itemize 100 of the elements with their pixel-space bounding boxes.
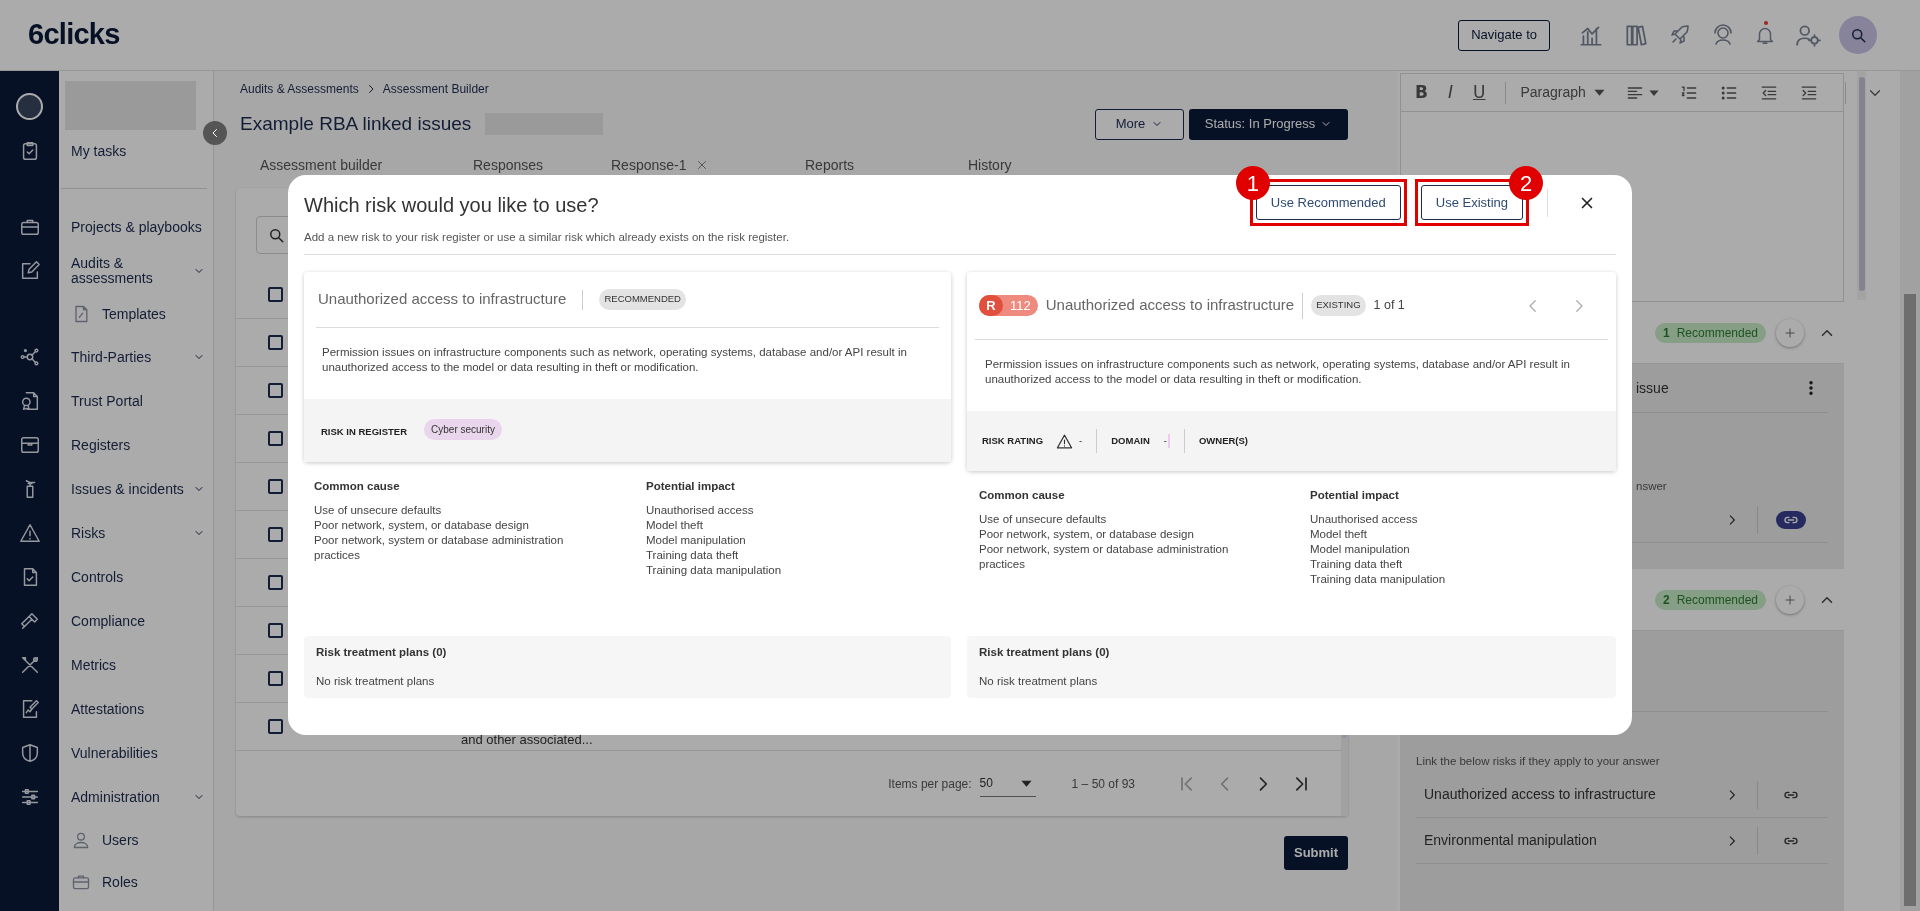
- status-badge: EXISTING: [1311, 295, 1366, 316]
- nav-item[interactable]: My tasks: [71, 143, 205, 159]
- breadcrumb-link[interactable]: Audits & Assessments: [240, 80, 359, 98]
- nav-item[interactable]: Vulnerabilities: [71, 745, 205, 761]
- list-item: Poor network, system or database administration practices: [979, 542, 1230, 573]
- category-tag: Cyber security: [424, 419, 502, 440]
- tab[interactable]: Responses: [473, 154, 544, 176]
- nav-item[interactable]: Issues & incidents: [71, 481, 193, 497]
- format-button[interactable]: B: [1415, 79, 1428, 106]
- items-per-page-label: Items per page:: [888, 775, 972, 793]
- field-label: OWNER(S): [1198, 433, 1248, 448]
- books-icon[interactable]: [1623, 22, 1649, 48]
- navigate-button[interactable]: Navigate to: [1458, 19, 1550, 51]
- risk-link[interactable]: Unauthorized access to infrastructure: [1424, 784, 1656, 805]
- link-toggle[interactable]: [1776, 510, 1806, 529]
- breadcrumb-item: Assessment Builder: [382, 81, 489, 98]
- plus-icon: [1783, 325, 1797, 340]
- dialog-title: Which risk would you like to use?: [304, 193, 600, 218]
- nav-item[interactable]: Trust Portal: [71, 393, 205, 409]
- format-button[interactable]: I: [1447, 79, 1453, 106]
- list-item: Model theft: [646, 518, 704, 534]
- nav-item[interactable]: Metrics: [71, 657, 205, 673]
- list-item: Training data theft: [646, 548, 740, 564]
- field-value: -: [1163, 433, 1170, 449]
- checkbox[interactable]: [268, 383, 283, 398]
- field-label: RISK RATING: [982, 433, 1044, 448]
- list-item: Use of unsecure defaults: [314, 503, 443, 519]
- risk-link[interactable]: Environmental manipulation: [1424, 830, 1597, 851]
- tab[interactable]: Assessment builder: [260, 154, 383, 176]
- nav-item[interactable]: Templates: [102, 303, 166, 325]
- list-item: Model theft: [1310, 527, 1368, 543]
- section-heading: Common cause: [979, 488, 1066, 503]
- format-button[interactable]: U: [1473, 79, 1486, 106]
- dialog-subtitle: Add a new risk to your risk register or use a similar risk which already exists on the risk register.: [304, 230, 791, 245]
- box-icon[interactable]: [18, 434, 41, 456]
- recommended-badge: 2 Recommended: [1654, 589, 1766, 610]
- avatar[interactable]: [16, 93, 43, 120]
- logo[interactable]: 6clicks: [0, 13, 120, 57]
- checkbox[interactable]: [268, 671, 283, 686]
- list-item: Training data theft: [1310, 557, 1404, 573]
- network-icon[interactable]: [18, 346, 41, 368]
- checkbox[interactable]: [268, 719, 283, 734]
- nav-item[interactable]: Users: [102, 829, 139, 851]
- section-heading: Risk treatment plans (0): [316, 645, 448, 660]
- checkbox[interactable]: [268, 287, 283, 302]
- checkbox[interactable]: [268, 479, 283, 494]
- nav-item[interactable]: Risks: [71, 525, 193, 541]
- warning-icon[interactable]: [18, 522, 41, 544]
- page-size-select[interactable]: 50: [979, 770, 1036, 797]
- table-cell-text: and other associated...: [461, 730, 593, 749]
- tab[interactable]: Response-1: [611, 154, 709, 176]
- risk-title: Unauthorized access to infrastructure: [318, 289, 567, 310]
- tab[interactable]: Reports: [805, 154, 855, 176]
- pager-text: 1 of 1: [1373, 297, 1405, 315]
- page-title: Example RBA linked issues: [240, 111, 472, 136]
- checkbox[interactable]: [268, 527, 283, 542]
- field-label: RISK IN REGISTER: [321, 425, 408, 440]
- checkbox[interactable]: [268, 575, 283, 590]
- rocket-icon[interactable]: [1668, 23, 1692, 47]
- search-icon: [1849, 26, 1867, 44]
- status-badge: RECOMMENDED: [599, 289, 686, 310]
- list-item: Poor network, system or database administration practices: [314, 533, 565, 564]
- nav-item[interactable]: Third-Parties: [71, 349, 193, 365]
- nav-item[interactable]: Administration: [71, 789, 193, 805]
- tab[interactable]: History: [968, 154, 1012, 176]
- nav-item[interactable]: Roles: [102, 871, 138, 893]
- risk-id-badge: R 112: [979, 295, 1038, 316]
- status-button[interactable]: Status: In Progress: [1189, 108, 1348, 140]
- section-heading: Common cause: [314, 479, 401, 494]
- paragraph-dropdown[interactable]: Paragraph: [1520, 82, 1605, 103]
- checkbox[interactable]: [268, 623, 283, 638]
- risk-title: Unauthorized access to infrastructure: [1045, 295, 1295, 316]
- list-item: Training data manipulation: [1310, 572, 1447, 588]
- nav-item[interactable]: Controls: [71, 569, 205, 585]
- plus-icon: [1783, 592, 1797, 607]
- hint-text: Link the below risks if they apply to your answer: [1416, 755, 1660, 767]
- section-heading: Risk treatment plans (0): [979, 645, 1111, 660]
- scrollbar[interactable]: [1857, 71, 1866, 300]
- checkbox[interactable]: [268, 335, 283, 350]
- nav-item[interactable]: Attestations: [71, 701, 205, 717]
- nav-item[interactable]: Audits & assessments: [71, 256, 193, 286]
- hammer-icon[interactable]: [18, 610, 41, 632]
- field-label: DOMAIN: [1111, 433, 1150, 448]
- empty-state-text: No risk treatment plans: [316, 674, 436, 690]
- list-item: Poor network, system, or database design: [314, 518, 530, 534]
- nav-item[interactable]: Registers: [71, 437, 205, 453]
- headset-icon[interactable]: [1711, 23, 1735, 47]
- submit-button[interactable]: Submit: [1284, 836, 1348, 870]
- scrollbar-thumb[interactable]: [1858, 77, 1865, 291]
- list-item: Poor network, system, or database design: [979, 527, 1195, 543]
- risk-description: Permission issues on infrastructure components such as network, operating systems, database and/or API result in unauthorized access to the model or data resulting in theft or modification.: [322, 346, 907, 373]
- search-icon: [267, 226, 285, 244]
- checkbox[interactable]: [268, 431, 283, 446]
- hint-text: nswer: [1636, 480, 1667, 492]
- section-heading: Potential impact: [1310, 488, 1400, 503]
- nav-item[interactable]: Projects & playbooks: [71, 219, 205, 235]
- more-button[interactable]: More: [1095, 108, 1184, 140]
- avatar[interactable]: [1839, 16, 1877, 54]
- nav-item[interactable]: Compliance: [71, 613, 205, 629]
- scrollbar-thumb[interactable]: [1904, 294, 1916, 906]
